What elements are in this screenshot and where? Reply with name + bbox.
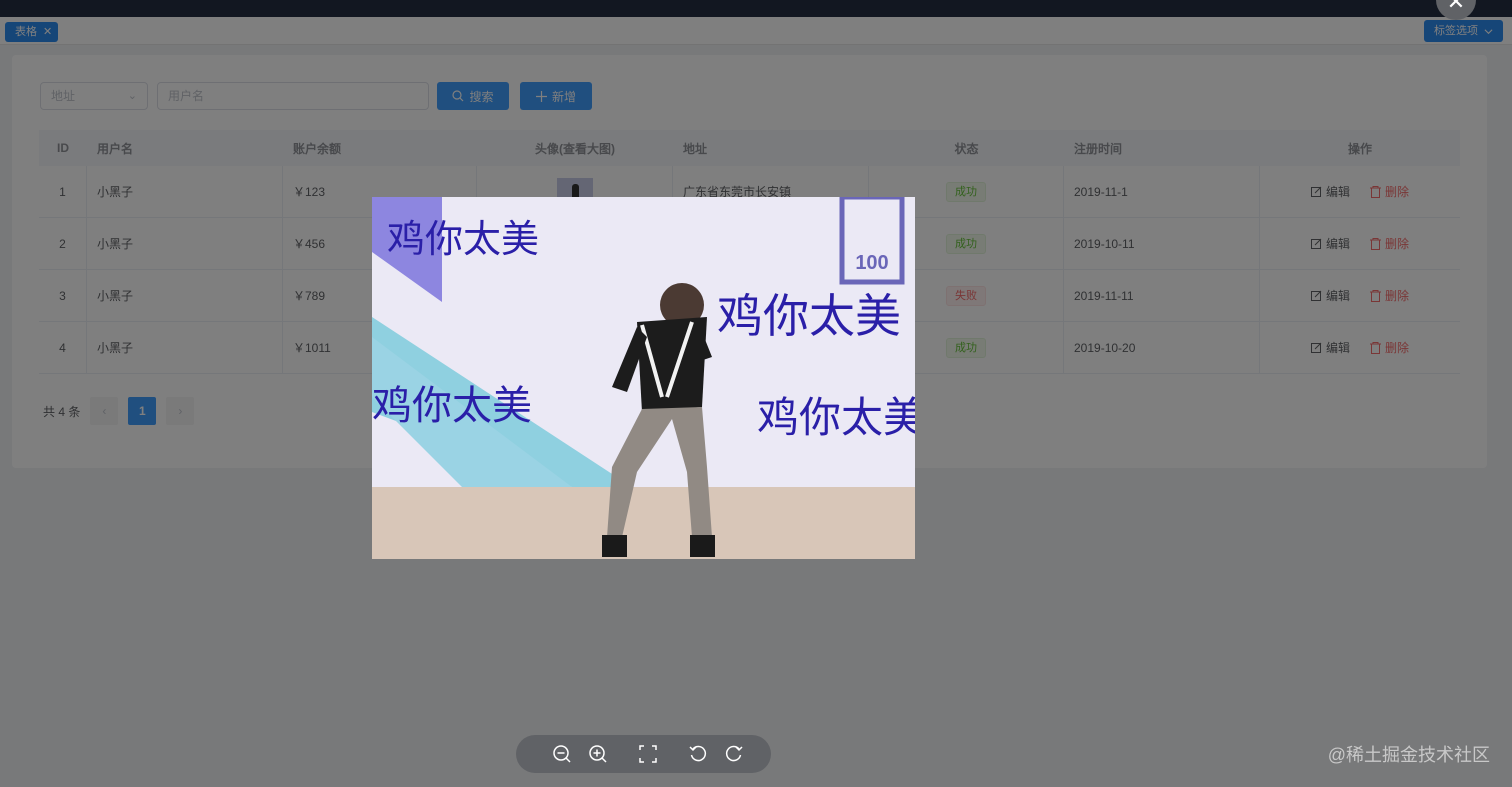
viewer-toolbar [516,735,771,773]
caption-text: 鸡你太美 [387,217,539,261]
logo-text: 100 [855,252,888,274]
zoom-in-button[interactable] [580,735,616,773]
rotate-left-icon [689,745,707,762]
preview-image: 100 鸡你太美 鸡你太美 鸡你太美 鸡你太美 [372,197,915,559]
caption-text: 鸡你太美 [717,289,901,343]
caption-text: 鸡你太美 [757,393,915,442]
close-icon: ✕ [1446,0,1466,14]
preview-image-canvas: 100 鸡你太美 鸡你太美 鸡你太美 鸡你太美 [372,197,915,559]
watermark: @稀土掘金技术社区 [1327,745,1490,765]
zoom-out-button[interactable] [544,735,580,773]
rotate-right-button[interactable] [716,735,752,773]
fullscreen-icon [639,745,657,763]
zoom-out-icon [553,745,571,763]
zoom-in-icon [589,745,607,763]
rotate-right-icon [725,745,743,762]
fit-screen-button[interactable] [630,735,666,773]
caption-text: 鸡你太美 [372,383,532,429]
rotate-left-button[interactable] [680,735,716,773]
